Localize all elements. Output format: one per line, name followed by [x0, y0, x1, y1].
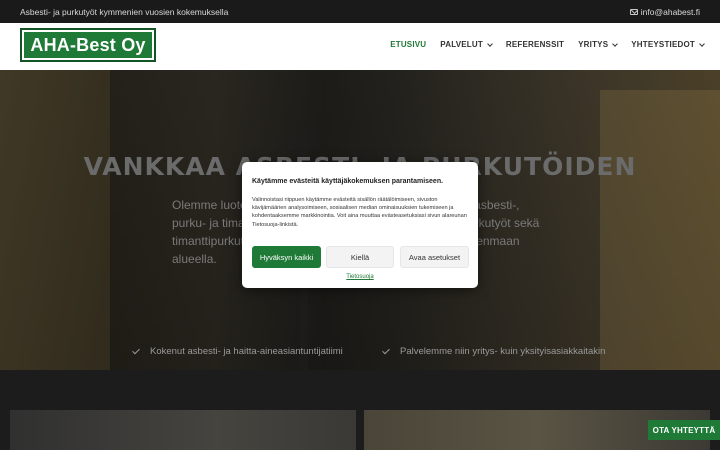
- cookie-consent-dialog: Käytämme evästeitä käyttäjäkokemuksen pa…: [242, 162, 478, 288]
- chevron-down-icon: [699, 40, 705, 47]
- email-text: info@ahabest.fi: [640, 7, 700, 17]
- nav-label: REFERENSSIT: [505, 40, 565, 49]
- checkmark-icon: [382, 346, 390, 354]
- nav-label: PALVELUT: [440, 40, 483, 49]
- nav-item-palvelut[interactable]: PALVELUT: [440, 40, 493, 49]
- nav-label: ETUSIVU: [390, 40, 427, 49]
- site-header: AHA-Best Oy ETUSIVU PALVELUT REFERENSSIT…: [0, 23, 720, 70]
- nav-label: YRITYS: [578, 40, 609, 49]
- privacy-link[interactable]: Tietosuoja: [242, 274, 478, 280]
- feature-check: Palvelemme niin yritys- kuin yksityisasi…: [382, 346, 606, 357]
- nav-item-yritys[interactable]: YRITYS: [578, 40, 619, 49]
- checkmark-icon: [132, 346, 140, 354]
- nav-item-referenssit[interactable]: REFERENSSIT: [506, 40, 564, 49]
- service-card-image[interactable]: [10, 410, 356, 450]
- building-right: [600, 90, 720, 370]
- logo-text: AHA-Best Oy: [30, 34, 146, 55]
- feature-text: Kokenut asbesti- ja haitta-aineasiantunt…: [150, 346, 343, 357]
- chevron-down-icon: [487, 40, 493, 47]
- cookie-description: Valinnoistasi riippuen käytämme evästeit…: [252, 197, 467, 228]
- services-section: [0, 370, 720, 450]
- nav-item-yhteystiedot[interactable]: YHTEYSTIEDOT: [631, 40, 705, 49]
- accept-all-button[interactable]: Hyväksyn kaikki: [252, 246, 321, 268]
- chevron-down-icon: [612, 40, 619, 47]
- feature-check: Kokenut asbesti- ja haitta-aineasiantunt…: [132, 346, 343, 357]
- nav-item-etusivu[interactable]: ETUSIVU: [390, 40, 426, 49]
- tagline: Asbesti- ja purkutyöt kymmenien vuosien …: [20, 7, 229, 17]
- nav-label: YHTEYSTIEDOT: [631, 40, 695, 49]
- feature-text: Palvelemme niin yritys- kuin yksityisasi…: [400, 346, 606, 357]
- top-bar: Asbesti- ja purkutyöt kymmenien vuosien …: [0, 0, 720, 23]
- contact-us-button[interactable]: OTA YHTEYTTÄ: [648, 420, 720, 440]
- deny-button[interactable]: Kiellä: [326, 246, 394, 268]
- envelope-icon: [629, 9, 638, 15]
- logo[interactable]: AHA-Best Oy: [20, 28, 156, 62]
- email-link[interactable]: info@ahabest.fi: [629, 7, 700, 17]
- main-nav: ETUSIVU PALVELUT REFERENSSIT YRITYS YHTE…: [390, 40, 705, 49]
- cookie-title: Käytämme evästeitä käyttäjäkokemuksen pa…: [252, 178, 444, 185]
- open-settings-button[interactable]: Avaa asetukset: [400, 246, 469, 268]
- building-left: [0, 70, 110, 370]
